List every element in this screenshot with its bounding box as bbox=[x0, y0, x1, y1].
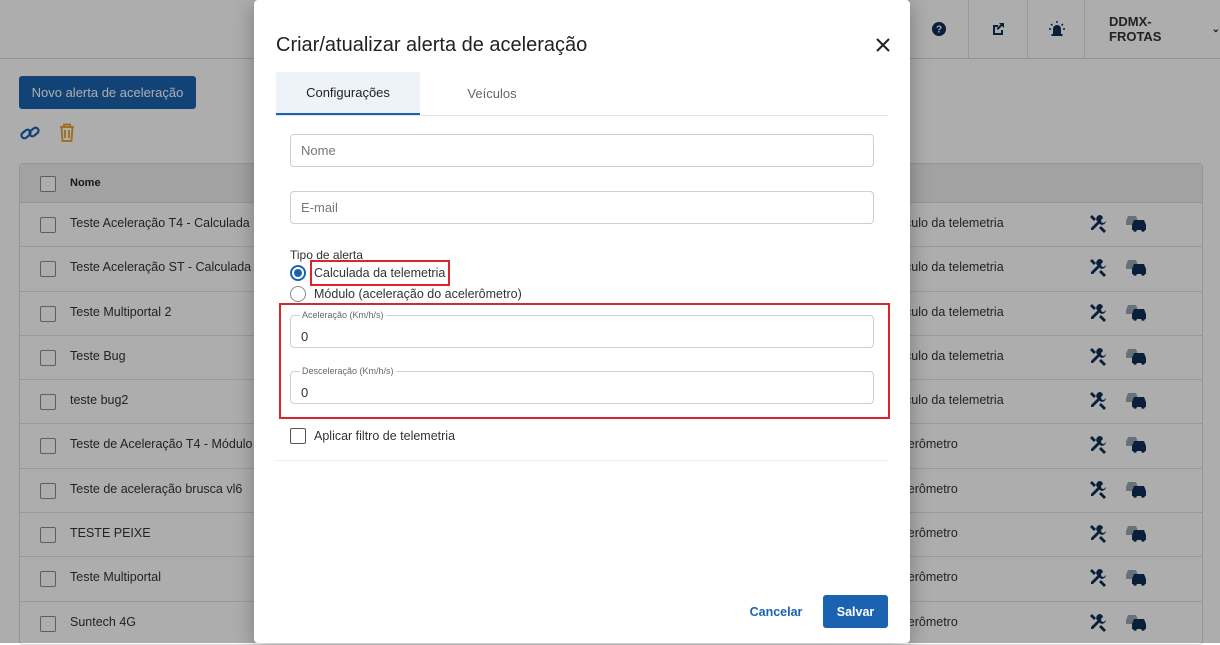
email-field bbox=[290, 191, 874, 224]
highlight-box-option bbox=[310, 260, 450, 286]
telemetry-filter-checkbox[interactable] bbox=[290, 428, 306, 444]
option-module[interactable]: Módulo (aceleração do acelerômetro) bbox=[290, 286, 522, 302]
radio-module[interactable] bbox=[290, 286, 306, 302]
email-input[interactable] bbox=[291, 192, 873, 223]
telemetry-filter-option[interactable]: Aplicar filtro de telemetria bbox=[290, 428, 455, 444]
close-icon[interactable] bbox=[872, 34, 894, 56]
name-input[interactable] bbox=[291, 135, 873, 166]
divider bbox=[276, 460, 888, 461]
cancel-button[interactable]: Cancelar bbox=[740, 595, 812, 628]
dialog-title: Criar/atualizar alerta de aceleração bbox=[276, 34, 588, 56]
deceleration-field: Desceleração (Km/h/s) bbox=[290, 366, 874, 404]
dialog-tabs: Configurações Veículos bbox=[276, 72, 888, 116]
telemetry-filter-label: Aplicar filtro de telemetria bbox=[314, 429, 456, 443]
acceleration-input[interactable] bbox=[291, 316, 873, 347]
option-module-label: Módulo (aceleração do acelerômetro) bbox=[314, 287, 522, 301]
tab-configuracoes[interactable]: Configurações bbox=[276, 72, 420, 115]
radio-telemetry[interactable] bbox=[290, 265, 306, 281]
acceleration-label: Aceleração (Km/h/s) bbox=[300, 310, 386, 320]
save-button[interactable]: Salvar bbox=[823, 595, 888, 628]
name-field bbox=[290, 134, 874, 167]
deceleration-input[interactable] bbox=[291, 372, 873, 403]
deceleration-label: Desceleração (Km/h/s) bbox=[300, 366, 396, 376]
acceleration-alert-dialog: Criar/atualizar alerta de aceleração Con… bbox=[254, 0, 910, 643]
tab-veiculos[interactable]: Veículos bbox=[420, 72, 564, 115]
acceleration-field: Aceleração (Km/h/s) bbox=[290, 310, 874, 348]
